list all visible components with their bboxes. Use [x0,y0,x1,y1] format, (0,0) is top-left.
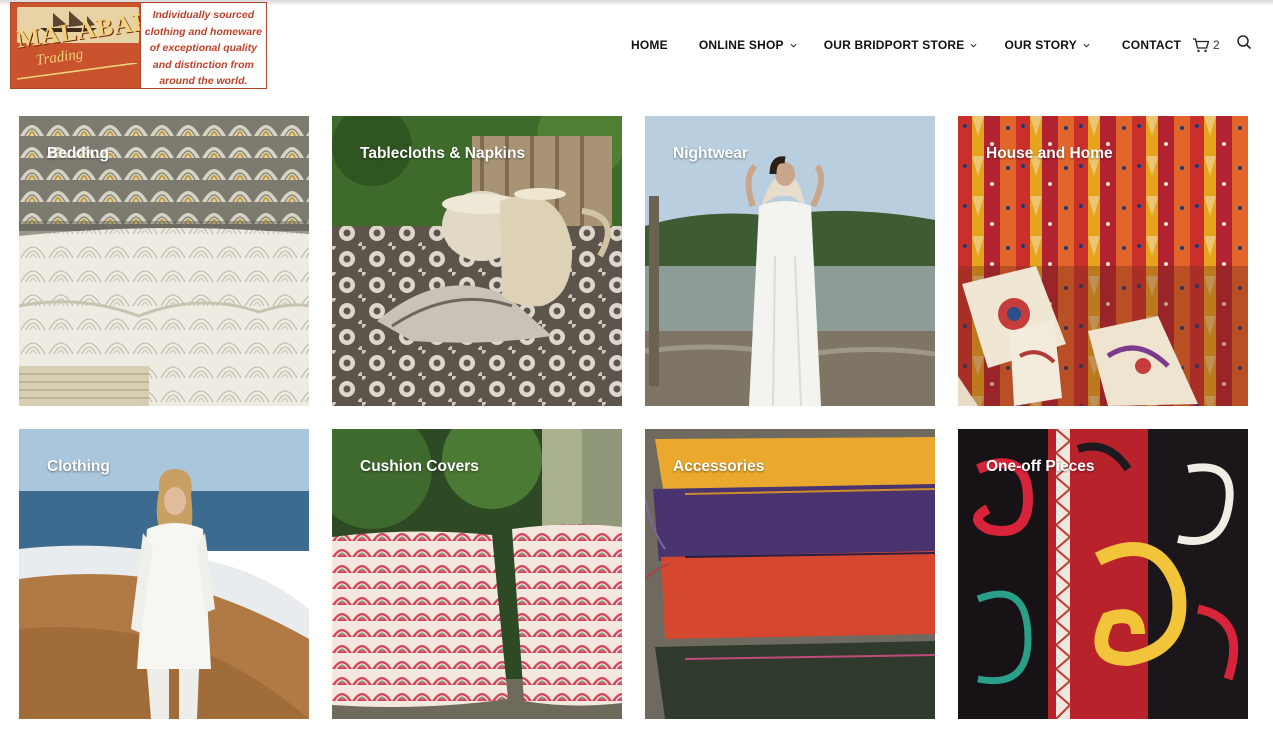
category-tile-bedding[interactable]: Bedding [19,116,309,406]
logo-swoosh [16,63,138,80]
cart-icon [1193,37,1210,52]
category-label: Cushion Covers [360,458,479,475]
nav-contact[interactable]: CONTACT [1122,38,1181,52]
chevron-down-icon [790,43,797,48]
tagline-line: clothing and homeware [144,25,262,38]
category-label: Nightwear [673,145,748,162]
cart-button[interactable]: 2 [1192,37,1220,53]
nav-label: OUR BRIDPORT STORE [823,38,965,52]
category-label: Clothing [47,458,110,475]
cart-count: 2 [1213,37,1220,52]
category-tile-accessories[interactable]: Accessories [645,429,935,719]
search-icon [1236,35,1251,50]
category-label: House and Home [986,145,1113,162]
nav-home[interactable]: HOME [631,38,668,52]
site-logo[interactable]: MALABAR Trading Individually sourced clo… [10,2,267,89]
category-label: Tablecloths & Napkins [360,145,526,162]
nav-label: HOME [631,38,668,52]
category-label: Bedding [47,145,109,162]
tagline-line: around the world. [159,75,248,88]
chevron-down-icon [1083,43,1090,48]
category-tile-one-off-pieces[interactable]: One-off Pieces [958,429,1248,719]
logo-emblem: MALABAR Trading [11,3,140,88]
category-label: One-off Pieces [986,458,1095,475]
main-nav: HOME ONLINE SHOP OUR BRIDPORT STORE OUR … [631,36,1181,54]
header-icons: 2 [1192,34,1252,55]
search-button[interactable] [1236,34,1252,55]
tagline-line: and distinction from [152,58,254,71]
category-tile-clothing[interactable]: Clothing [19,429,309,719]
tagline-line: Individually sourced [152,9,255,21]
category-tile-house-home[interactable]: House and Home [958,116,1248,406]
category-label: Accessories [673,458,765,475]
category-tile-tablecloths[interactable]: Tablecloths & Napkins [332,116,622,406]
nav-online-shop[interactable]: ONLINE SHOP [699,38,797,52]
nav-label: ONLINE SHOP [698,38,784,52]
nav-our-story[interactable]: OUR STORY [1004,38,1090,52]
nav-label: CONTACT [1121,38,1182,52]
tagline-line: of exceptional quality [149,42,258,55]
nav-label: OUR STORY [1004,38,1077,52]
chevron-down-icon [970,43,977,48]
nav-bridport-store[interactable]: OUR BRIDPORT STORE [824,38,978,52]
logo-tagline: Individually sourced clothing and homewa… [139,3,266,88]
category-tile-cushion-covers[interactable]: Cushion Covers [332,429,622,719]
category-tile-nightwear[interactable]: Nightwear [645,116,935,406]
